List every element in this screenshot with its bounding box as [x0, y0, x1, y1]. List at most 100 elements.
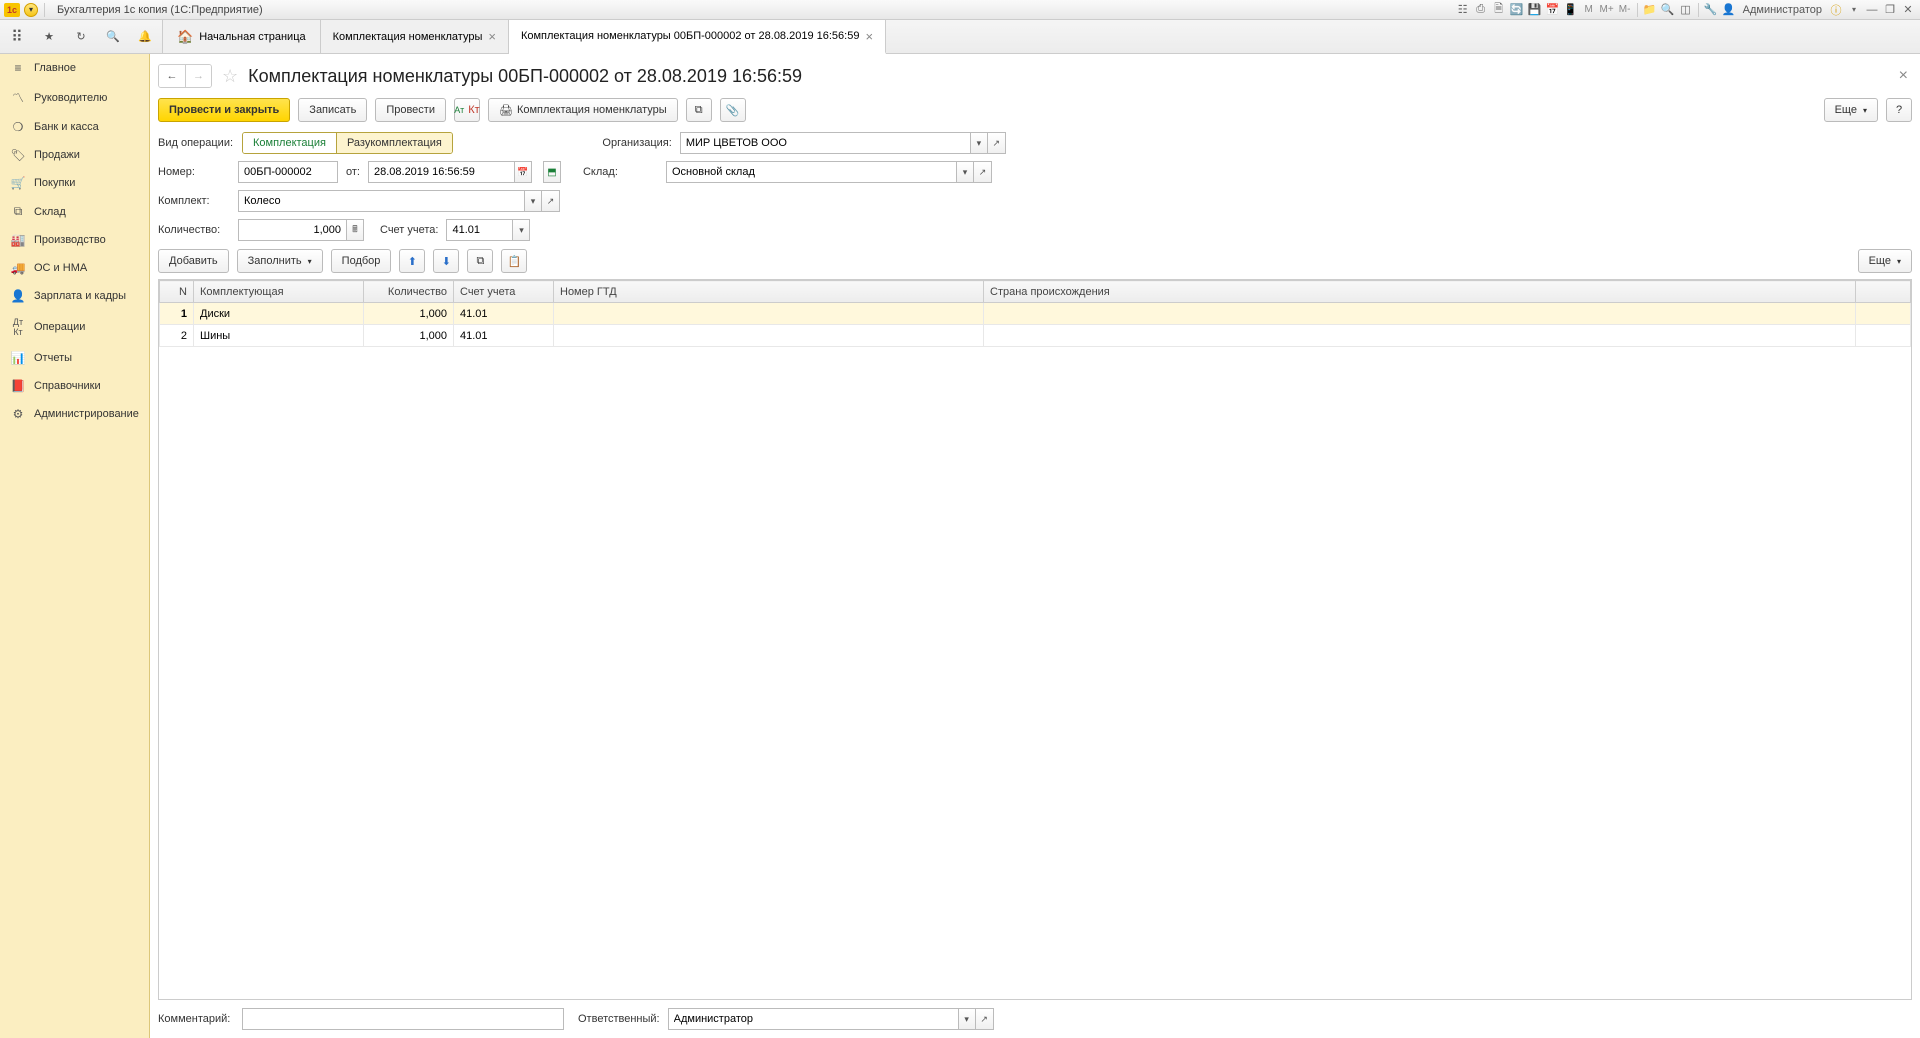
- dropdown-button[interactable]: ▾: [956, 161, 974, 183]
- open-button[interactable]: ↗: [974, 161, 992, 183]
- related-button[interactable]: ⧉: [686, 98, 712, 122]
- col-qty[interactable]: Количество: [364, 281, 454, 303]
- paste-button[interactable]: 📋: [501, 249, 527, 273]
- more-button[interactable]: Еще▾: [1824, 98, 1878, 122]
- col-last[interactable]: [1856, 281, 1911, 303]
- tools-icon[interactable]: 🔧: [1703, 2, 1719, 18]
- calendar-button[interactable]: 📅: [514, 161, 532, 183]
- comment-input[interactable]: [242, 1008, 564, 1030]
- app-menu-button[interactable]: ▾: [24, 3, 38, 17]
- nav-history: ← →: [158, 64, 212, 88]
- nav-production[interactable]: 🏭Производство: [0, 226, 149, 254]
- date-input[interactable]: [368, 161, 514, 183]
- preview-icon[interactable]: 🗎: [1491, 2, 1507, 18]
- move-down-button[interactable]: ⬇: [433, 249, 459, 273]
- dropdown-button[interactable]: ▾: [512, 219, 530, 241]
- tab-item-0[interactable]: Комплектация номенклатуры ×: [321, 20, 509, 53]
- user-name[interactable]: Администратор: [1739, 4, 1826, 16]
- tab-home[interactable]: 🏠 Начальная страница: [163, 20, 321, 53]
- post-button[interactable]: Провести: [375, 98, 446, 122]
- table-more-button[interactable]: Еще▾: [1858, 249, 1912, 273]
- page-close-icon[interactable]: ×: [1895, 67, 1912, 85]
- nav-bank[interactable]: ❍Банк и касса: [0, 113, 149, 141]
- fill-button[interactable]: Заполнить▾: [237, 249, 323, 273]
- apps-icon[interactable]: ⠿: [6, 26, 28, 48]
- notifications-icon[interactable]: 🔔: [134, 26, 156, 48]
- col-component[interactable]: Комплектующая: [194, 281, 364, 303]
- open-button[interactable]: ↗: [988, 132, 1006, 154]
- move-up-button[interactable]: ⬆: [399, 249, 425, 273]
- home-icon: 🏠: [177, 29, 193, 45]
- date-extra-button[interactable]: ⬒: [543, 161, 561, 183]
- nav-os[interactable]: 🚚ОС и НМА: [0, 254, 149, 282]
- news-icon[interactable]: ☷: [1455, 2, 1471, 18]
- nav-purchases[interactable]: 🛒Покупки: [0, 169, 149, 197]
- tab-close-icon[interactable]: ×: [488, 29, 496, 44]
- help-button[interactable]: ?: [1886, 98, 1912, 122]
- folder-icon[interactable]: 📁: [1642, 2, 1658, 18]
- nav-stock[interactable]: ⧉Склад: [0, 197, 149, 226]
- copy-button[interactable]: ⧉: [467, 249, 493, 273]
- tab-close-icon[interactable]: ×: [865, 29, 873, 44]
- col-gtd[interactable]: Номер ГТД: [554, 281, 984, 303]
- nav-operations[interactable]: ДтКтОперации: [0, 310, 149, 344]
- history-icon[interactable]: ↻: [70, 26, 92, 48]
- caret-down-icon[interactable]: ▾: [1846, 2, 1862, 18]
- dropdown-button[interactable]: ▾: [970, 132, 988, 154]
- nav-reports[interactable]: 📊Отчеты: [0, 344, 149, 372]
- col-acct[interactable]: Счет учета: [454, 281, 554, 303]
- close-icon[interactable]: ✕: [1900, 2, 1916, 18]
- maximize-icon[interactable]: ❐: [1882, 2, 1898, 18]
- print-button[interactable]: 🖨Комплектация номенклатуры: [488, 98, 678, 122]
- dropdown-button[interactable]: ▾: [524, 190, 542, 212]
- pick-button[interactable]: Подбор: [331, 249, 392, 273]
- op-decomplect[interactable]: Разукомплектация: [337, 133, 452, 153]
- m-minus-icon[interactable]: M-: [1617, 2, 1633, 18]
- refresh-icon[interactable]: 🔄: [1509, 2, 1525, 18]
- qty-input[interactable]: [238, 219, 346, 241]
- nav-catalogs[interactable]: 📕Справочники: [0, 372, 149, 400]
- nav-main[interactable]: ≡Главное: [0, 54, 149, 82]
- cell-acct: 41.01: [454, 303, 554, 325]
- m-plus-icon[interactable]: M+: [1599, 2, 1615, 18]
- calendar-icon[interactable]: 📅: [1545, 2, 1561, 18]
- panels-icon[interactable]: ◫: [1678, 2, 1694, 18]
- table-row[interactable]: 2Шины1,00041.01: [160, 325, 1911, 347]
- minimize-icon[interactable]: —: [1864, 2, 1880, 18]
- m-icon[interactable]: M: [1581, 2, 1597, 18]
- col-n[interactable]: N: [160, 281, 194, 303]
- kit-input[interactable]: [238, 190, 524, 212]
- write-button[interactable]: Записать: [298, 98, 367, 122]
- open-button[interactable]: ↗: [542, 190, 560, 212]
- nav-admin[interactable]: ⚙Администрирование: [0, 400, 149, 428]
- num-input[interactable]: [238, 161, 338, 183]
- save-icon[interactable]: 💾: [1527, 2, 1543, 18]
- attach-button[interactable]: 📎: [720, 98, 746, 122]
- nav-sales[interactable]: 🏷Продажи: [0, 141, 149, 169]
- table-row[interactable]: 1Диски1,00041.01: [160, 303, 1911, 325]
- resp-input[interactable]: [668, 1008, 958, 1030]
- calculator-button[interactable]: 🖩: [346, 219, 364, 241]
- favorite-icon[interactable]: ★: [38, 26, 60, 48]
- print-icon[interactable]: ⎙: [1473, 2, 1489, 18]
- dropdown-button[interactable]: ▾: [958, 1008, 976, 1030]
- op-complect[interactable]: Комплектация: [243, 133, 337, 153]
- open-button[interactable]: ↗: [976, 1008, 994, 1030]
- acct-input[interactable]: [446, 219, 512, 241]
- tab-item-1[interactable]: Комплектация номенклатуры 00БП-000002 от…: [509, 20, 886, 54]
- forward-button[interactable]: →: [185, 65, 211, 87]
- col-country[interactable]: Страна происхождения: [984, 281, 1856, 303]
- post-and-close-button[interactable]: Провести и закрыть: [158, 98, 290, 122]
- nav-manager[interactable]: 〽Руководителю: [0, 82, 149, 113]
- store-input[interactable]: [666, 161, 956, 183]
- add-row-button[interactable]: Добавить: [158, 249, 229, 273]
- calculator-icon[interactable]: 📱: [1563, 2, 1579, 18]
- org-input[interactable]: [680, 132, 970, 154]
- zoom-icon[interactable]: 🔍: [1660, 2, 1676, 18]
- nav-salary[interactable]: 👤Зарплата и кадры: [0, 282, 149, 310]
- favorite-toggle-icon[interactable]: ☆: [218, 66, 242, 87]
- back-button[interactable]: ←: [159, 65, 185, 87]
- search-icon[interactable]: 🔍: [102, 26, 124, 48]
- info-icon[interactable]: ⓘ: [1828, 2, 1844, 18]
- dk-button[interactable]: АтКт: [454, 98, 480, 122]
